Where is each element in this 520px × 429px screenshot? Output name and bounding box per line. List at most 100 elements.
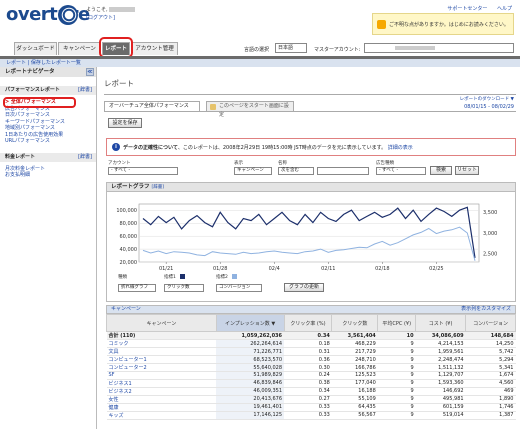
column-avg-cpc[interactable]: 平均CPC (¥) [377,314,417,332]
table-cell: 248,710 [331,355,378,364]
table-cell: 17,146,125 [216,411,285,420]
dictionary-link[interactable]: [辞書] [78,153,92,162]
table-cell: 166,786 [331,363,378,372]
breadcrumb[interactable]: レポート | 保存したレポート一覧 [0,59,520,67]
name-filter-input[interactable] [317,167,369,175]
table-header-row: キャンペーン インプレッション数 ▼ クリック率 (%) クリック数 平均CPC… [106,314,516,332]
column-ctr[interactable]: クリック率 (%) [283,314,333,332]
ad-type-select[interactable]: - すべて - [376,167,426,175]
column-conversions[interactable]: コンバージョン [465,314,516,332]
table-cell: 177,040 [331,379,378,388]
campaign-name-cell[interactable]: ビジネス2 [106,387,217,396]
table-cell: 0.24 [284,371,332,380]
save-settings-button[interactable]: 設定を保存 [108,118,142,128]
table-cell: 4,560 [465,379,516,388]
table-cell: 46,009,351 [216,387,285,396]
y-left-tick-label: 20,000 [120,260,138,266]
tab-overall-performance[interactable]: オーバーチュア全体パフォーマンス [104,101,200,112]
dictionary-link[interactable]: [辞書] [78,86,92,95]
date-range-link[interactable]: 08/01/15 - 08/02/29 [464,104,514,110]
table-total-row: 合計 (110) 1,059,262,036 0.34 3,561,404 10 34,0… [106,331,516,340]
header: overture ようこそ, [ログアウト] サポートセンター ヘルプ ご不明な… [0,0,520,38]
search-button[interactable]: 検索 [430,166,452,175]
metric1-color-swatch [180,274,185,279]
help-link[interactable]: ヘルプ [497,6,512,12]
column-clicks[interactable]: クリック数 [331,314,379,332]
sidebar-item-payment-details[interactable]: お支払明細 [0,172,96,179]
notice-banner[interactable]: ご不明な点がありますか。はじめにお読みください。 [372,13,514,35]
filter-bar: アカウント - すべて - 表示 キャンペーン 名称 次を含む 広告種類 - す… [106,160,516,178]
table-cell: 0.30 [284,363,332,372]
details-link[interactable]: 詳細の表示 [388,145,413,151]
campaign-name-cell[interactable]: 文具 [106,347,217,356]
campaign-name-cell: 合計 (110) [106,331,217,340]
campaign-name-cell[interactable]: 健康 [106,403,217,412]
table-cell: 2,248,474 [415,355,466,364]
table-cell: 20,413,676 [216,395,285,404]
metric2-select[interactable]: コンバージョン [216,284,262,292]
collapse-icon[interactable]: ≪ [86,68,94,76]
column-cost[interactable]: コスト (¥) [415,314,467,332]
table-cell: 55,640,028 [216,363,285,372]
language-label: 言語の選択 [244,47,270,53]
table-cell: 19,461,401 [216,403,285,412]
campaign-name-cell[interactable]: コミック [106,339,217,348]
reset-button[interactable]: リセット [455,166,479,175]
table-cell: 64,435 [331,403,378,412]
view-filter-select[interactable]: キャンペーン [234,167,272,175]
table-cell: 1,059,262,036 [216,331,285,340]
support-center-link[interactable]: サポートセンター [447,6,487,12]
campaign-name-cell[interactable]: 女性 [106,395,217,404]
set-start-page-button[interactable]: このページをスタート画面に設定 [206,101,294,118]
data-accuracy-notice: i データの正確性について、このレポートは、2008年2月29日 19時15:0… [106,138,516,156]
logout-link[interactable]: [ログアウト] [86,14,115,21]
table-cell: 51,989,829 [216,371,285,380]
table-cell: 68,523,570 [216,355,285,364]
view-filter-label: 表示 [234,161,243,166]
tab-account-management[interactable]: アカウント管理 [131,42,178,55]
table-row: コミック 262,264,614 0.18 468,229 9 4,214,153 14,2… [106,339,516,348]
sidebar-item-url-performance[interactable]: URLパフォーマンス [0,138,96,145]
column-campaign[interactable]: キャンペーン [106,314,217,332]
metric2-color-swatch [232,274,237,279]
table-cell: 9 [377,403,416,412]
campaign-name-cell[interactable]: SF [106,371,217,380]
master-account-label: マスターアカウント: [314,47,361,53]
table-cell: 5,341 [465,363,516,372]
table-cell: 0.33 [284,411,332,420]
chart-type-label: 種類 [118,275,127,280]
table-cell: 5,294 [465,355,516,364]
name-condition-select[interactable]: 次を含む [278,167,314,175]
table-cell: 148,684 [465,331,516,340]
table-cell: 10 [377,331,416,340]
tab-campaign[interactable]: キャンペーン [58,42,101,55]
table-cell: 0.34 [284,331,332,340]
tab-dashboard[interactable]: ダッシュボード [14,42,57,55]
info-icon [377,20,386,29]
pin-icon [210,104,216,110]
column-impressions[interactable]: インプレッション数 ▼ [215,314,285,332]
update-graph-button[interactable]: グラフの更新 [284,283,324,292]
table-row: コンピューター2 55,640,028 0.30 166,786 9 1,511,132 5… [106,363,516,372]
campaign-name-cell[interactable]: キッズ [106,411,217,420]
table-cell: 9 [377,387,416,396]
customize-columns-link[interactable]: 表示列をカスタマイズ [461,306,511,313]
table-cell: 468,229 [331,339,378,348]
table-row: ビジネス1 46,839,846 0.38 177,040 9 1,593,360 4,56… [106,379,516,388]
campaign-name-cell[interactable]: コンピューター2 [106,363,217,372]
table-cell: 55,109 [331,395,378,404]
overture-logo-icon [58,5,78,25]
table-row: SF 51,989,829 0.24 125,523 9 1,129,707 1,674 [106,371,516,380]
table-cell: 125,523 [331,371,378,380]
campaign-name-cell[interactable]: コンピューター1 [106,355,217,364]
account-filter-select[interactable]: - すべて - [108,167,178,175]
table-cell: 9 [377,339,416,348]
language-select[interactable]: 日本語 [275,43,307,53]
table-cell: 217,729 [331,347,378,356]
table-cell: 46,839,846 [216,379,285,388]
metric1-select[interactable]: クリック数 [164,284,204,292]
chart-type-select[interactable]: 折れ線グラフ [118,284,156,292]
dictionary-link[interactable]: [辞書] [151,185,164,190]
master-account-select[interactable] [364,43,514,53]
campaign-name-cell[interactable]: ビジネス1 [106,379,217,388]
